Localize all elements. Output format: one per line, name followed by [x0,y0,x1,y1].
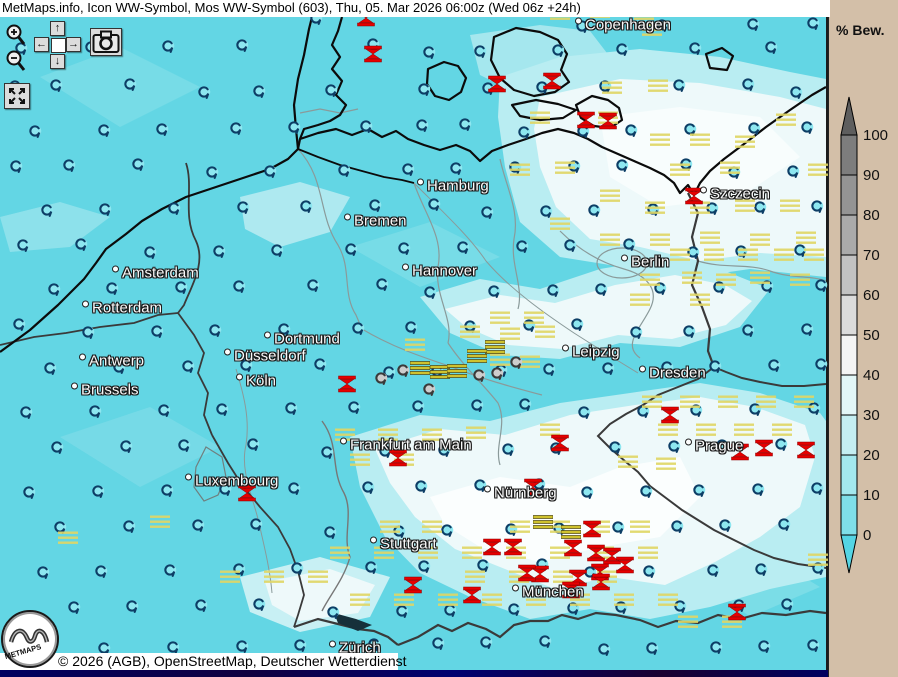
legend-segment [841,135,857,175]
pan-right-button[interactable]: → [66,37,81,52]
legend-tick-label: 30 [863,407,880,424]
copyright-text[interactable]: © 2026 (AGB), OpenStreetMap, Deutscher W… [58,653,407,669]
arrow-up-icon: ↑ [55,23,61,34]
legend-tick-label: 70 [863,247,880,264]
legend-segment [841,295,857,335]
legend-segment [841,495,857,535]
pan-center [51,38,66,53]
legend-tick-label: 100 [863,127,888,144]
pan-up-button[interactable]: ↑ [50,21,65,36]
legend-segment [841,335,857,375]
logo-text: METMAPS [4,642,43,661]
legend-colorbar: 1009080706050403020100 [837,95,895,592]
zoom-in-icon [5,23,27,49]
pan-down-button[interactable]: ↓ [50,54,65,69]
cloud-cover-legend: % Bew. 1009080706050403020100 [828,0,898,677]
legend-segment [841,215,857,255]
screenshot-button[interactable] [90,28,122,56]
pan-left-button[interactable]: ← [34,37,49,52]
legend-tick-label: 40 [863,367,880,384]
legend-segment [841,415,857,455]
legend-tick-label: 80 [863,207,880,224]
arrow-right-icon: → [68,39,79,50]
legend-tick-label: 20 [863,447,880,464]
title-bar: MetMaps.info, Icon WW-Symbol, Mos WW-Sym… [0,0,830,17]
arrow-left-icon: ← [36,39,47,50]
map-base-layer [0,17,826,670]
legend-tick-label: 10 [863,487,880,504]
legend-title: % Bew. [836,22,885,38]
legend-segment [841,375,857,415]
arrow-down-icon: ↓ [55,56,61,67]
legend-segment [841,255,857,295]
legend-tick-label: 0 [863,527,871,544]
legend-tick-label: 90 [863,167,880,184]
fullscreen-button[interactable] [4,83,30,109]
map-title-text: MetMaps.info, Icon WW-Symbol, Mos WW-Sym… [2,0,581,15]
bottom-edge-bar [0,670,828,677]
zoom-out-icon [5,49,27,75]
legend-tick-label: 60 [863,287,880,304]
camera-icon [92,30,120,54]
cloud-cover-patches [0,25,826,632]
legend-segment [841,175,857,215]
metmaps-app-window: MetMaps.info, Icon WW-Symbol, Mos WW-Sym… [0,0,898,677]
legend-segment [841,455,857,495]
zoom-out-button[interactable] [5,49,27,75]
copyright-bar: © 2026 (AGB), OpenStreetMap, Deutscher W… [0,653,398,670]
fullscreen-icon [7,86,27,106]
legend-tick-label: 50 [863,327,880,344]
legend-arrow-up [841,97,857,135]
legend-arrow-down [841,535,857,573]
metmaps-logo[interactable]: METMAPS [1,610,59,668]
weather-map[interactable] [0,17,828,670]
zoom-in-button[interactable] [5,23,27,49]
